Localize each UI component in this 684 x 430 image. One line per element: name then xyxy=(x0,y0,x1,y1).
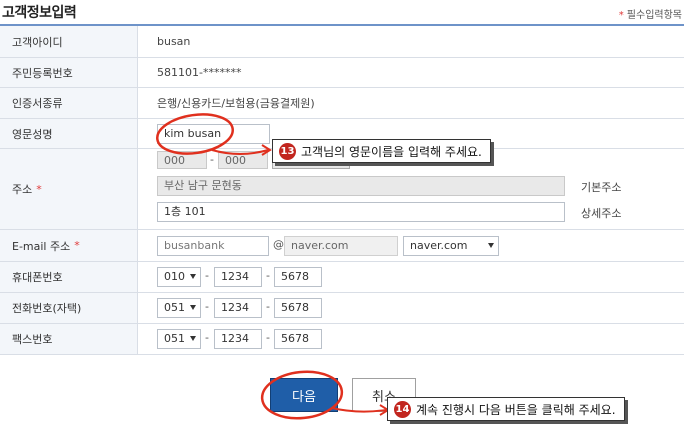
mobile-middle-input[interactable]: 1234 xyxy=(214,267,262,287)
required-note: * 필수입력항목 xyxy=(619,6,682,21)
chevron-down-icon xyxy=(190,305,196,310)
home-phone-middle-input[interactable]: 1234 xyxy=(214,298,262,318)
mobile-prefix-value: 010 xyxy=(164,270,185,283)
email-label-text: E-mail 주소 xyxy=(12,239,71,253)
resident-number-label: 주민등록번호 xyxy=(0,58,138,87)
address-label-text: 주소 xyxy=(12,183,33,196)
customer-id-value: busan xyxy=(157,35,191,48)
mobile-dash-1: - xyxy=(205,269,209,282)
fax-prefix-select[interactable]: 051 xyxy=(157,329,201,349)
certificate-type-value: 은행/신용카드/보험용(금융결제원) xyxy=(157,97,315,110)
customer-id-label: 고객아이디 xyxy=(0,26,138,57)
basic-address-input[interactable]: 부산 남구 문현동 xyxy=(157,176,565,196)
fax-label: 팩스번호 xyxy=(0,324,138,354)
home-phone-prefix-select[interactable]: 051 xyxy=(157,298,201,318)
required-note-text: 필수입력항목 xyxy=(626,10,682,21)
fax-prefix-value: 051 xyxy=(164,332,185,345)
certificate-type-label: 인증서종류 xyxy=(0,88,138,118)
mobile-label: 휴대폰번호 xyxy=(0,262,138,292)
chevron-down-icon xyxy=(488,243,494,248)
home-phone-prefix-value: 051 xyxy=(164,301,185,314)
row-customer-id: 고객아이디 busan xyxy=(0,26,684,58)
page-title: 고객정보입력 xyxy=(2,5,77,21)
home-phone-last-input[interactable]: 5678 xyxy=(274,298,322,318)
chevron-down-icon xyxy=(190,336,196,341)
email-at-sign: @ xyxy=(273,238,284,251)
callout-14: 14 계속 진행시 다음 버튼을 클릭해 주세요. xyxy=(387,397,625,421)
row-mobile: 휴대폰번호 010 - 1234 - 5678 xyxy=(0,262,684,293)
row-certificate-type: 인증서종류 은행/신용카드/보험용(금융결제원) xyxy=(0,88,684,119)
callout-13-text: 고객님의 영문이름을 입력해 주세요. xyxy=(301,144,482,159)
email-domain-select-value: naver.com xyxy=(410,239,468,252)
required-star: * xyxy=(618,10,624,21)
detail-address-label: 상세주소 xyxy=(581,207,622,220)
email-domain-input[interactable]: naver.com xyxy=(284,236,398,256)
english-name-input[interactable]: kim busan xyxy=(157,124,270,144)
customer-info-form: 고객아이디 busan 주민등록번호 581101-******* 인증서종류 … xyxy=(0,24,684,355)
home-phone-label: 전화번호(자택) xyxy=(0,293,138,323)
resident-number-value: 581101-******* xyxy=(157,66,242,79)
email-required-star: * xyxy=(74,239,80,252)
row-resident-number: 주민등록번호 581101-******* xyxy=(0,58,684,88)
row-fax: 팩스번호 051 - 1234 - 5678 xyxy=(0,324,684,355)
english-name-label: 영문성명 xyxy=(0,119,138,148)
address-required-star: * xyxy=(36,182,42,196)
zip-code-2-input[interactable]: 000 xyxy=(218,151,268,169)
home-phone-dash-1: - xyxy=(205,300,209,313)
fax-middle-input[interactable]: 1234 xyxy=(214,329,262,349)
basic-address-label: 기본주소 xyxy=(581,181,622,194)
callout-14-number: 14 xyxy=(394,400,411,418)
mobile-last-input[interactable]: 5678 xyxy=(274,267,322,287)
zip-code-1-input[interactable]: 000 xyxy=(157,151,207,169)
callout-13-number: 13 xyxy=(279,142,296,160)
mobile-prefix-select[interactable]: 010 xyxy=(157,267,201,287)
detail-address-input[interactable]: 1층 101 xyxy=(157,202,565,222)
chevron-down-icon xyxy=(190,274,196,279)
callout-14-text: 계속 진행시 다음 버튼을 클릭해 주세요. xyxy=(416,402,616,417)
fax-last-input[interactable]: 5678 xyxy=(274,329,322,349)
fax-dash-2: - xyxy=(266,331,270,344)
email-local-input[interactable]: busanbank xyxy=(157,236,269,256)
next-button[interactable]: 다음 xyxy=(270,378,338,412)
mobile-dash-2: - xyxy=(266,269,270,282)
callout-13: 13 고객님의 영문이름을 입력해 주세요. xyxy=(272,139,491,163)
email-label: E-mail 주소 * xyxy=(0,230,138,261)
row-email: E-mail 주소 * busanbank @ naver.com naver.c… xyxy=(0,230,684,262)
home-phone-dash-2: - xyxy=(266,300,270,313)
address-label: 주소 * xyxy=(0,149,138,229)
email-domain-select[interactable]: naver.com xyxy=(403,236,499,256)
fax-dash-1: - xyxy=(205,331,209,344)
zip-dash: - xyxy=(210,153,214,166)
row-home-phone: 전화번호(자택) 051 - 1234 - 5678 xyxy=(0,293,684,324)
